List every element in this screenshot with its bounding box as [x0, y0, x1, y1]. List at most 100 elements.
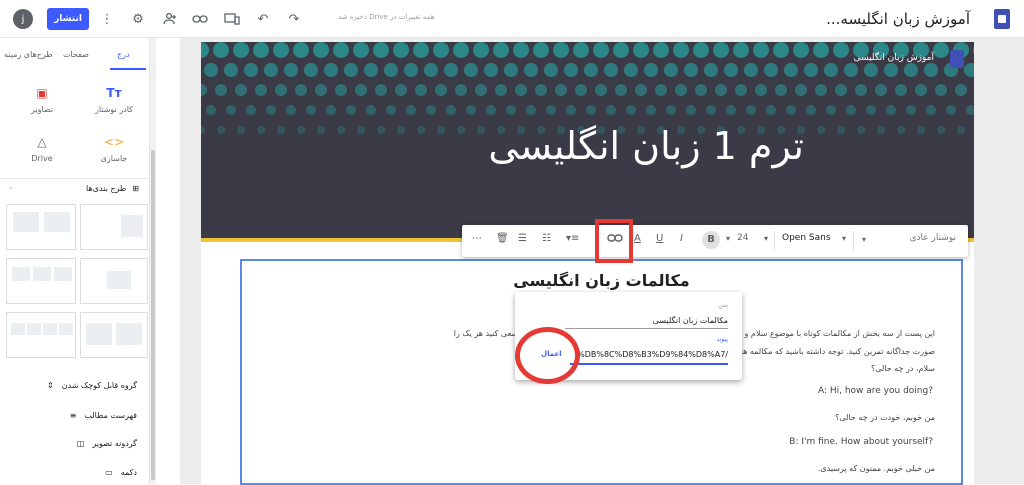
layout-option[interactable]: [6, 204, 76, 250]
layouts-header[interactable]: ⊞ طرح بندی‌ها: [86, 184, 139, 193]
dialog-line[interactable]: من خوبم، خودت در چه حالی؟: [835, 413, 935, 422]
header-dot: [964, 63, 974, 77]
text-box-label: کادر نوشتار: [95, 105, 133, 114]
device-preview-icon[interactable]: [222, 9, 242, 29]
publish-button[interactable]: انتشار: [47, 8, 89, 30]
header-dot: [886, 105, 896, 115]
header-dot: [386, 105, 396, 115]
font-dropdown-icon[interactable]: ▾: [842, 234, 846, 243]
layout-option[interactable]: [80, 204, 148, 250]
button-item[interactable]: دکمه ▭: [105, 468, 137, 477]
header-dot: [286, 105, 296, 115]
header-dot: [433, 42, 449, 58]
dialog-line[interactable]: B: I'm fine. How about yourself?: [789, 437, 933, 447]
header-dot: [564, 63, 578, 77]
paragraph[interactable]: سلام، در چه حالی؟: [871, 364, 935, 373]
header-dot: [855, 84, 867, 96]
header-dot: [846, 105, 856, 115]
link-icon[interactable]: [190, 9, 210, 29]
header-dot: [424, 63, 438, 77]
site-title[interactable]: آموزش زبان انگلیسه...: [826, 10, 970, 28]
image-icon: ▣: [36, 86, 48, 100]
numbered-list-icon[interactable]: ☰: [518, 233, 527, 244]
header-dot: [353, 42, 369, 58]
header-dot: [446, 105, 456, 115]
text-color-icon[interactable]: A: [634, 233, 641, 244]
header-dot: [206, 105, 216, 115]
more-vert-icon[interactable]: ⋮: [97, 9, 117, 29]
share-user-icon[interactable]: [160, 9, 180, 29]
bulleted-list-icon[interactable]: ☷: [542, 233, 551, 244]
redo-icon[interactable]: ↷: [284, 9, 304, 29]
site-name[interactable]: آموزش زبان انگلیسی: [854, 53, 934, 63]
content-heading[interactable]: مکالمات زبان انگلیسی: [242, 271, 961, 290]
align-dropdown[interactable]: ▾≡: [566, 233, 579, 244]
link-url-field[interactable]: %DB%8C%D8%B3%D9%84%D8%A7/: [577, 350, 728, 359]
layout-option[interactable]: [80, 312, 148, 358]
header-dot: [706, 105, 716, 115]
text-style[interactable]: نوشتار عادی: [909, 233, 956, 243]
header-dot: [526, 105, 536, 115]
font-size-decrease-icon[interactable]: ▾: [726, 234, 730, 243]
header-dot: [824, 63, 838, 77]
sidebar-scroll-thumb[interactable]: [151, 150, 155, 480]
header-dot: [333, 42, 349, 58]
insert-drive[interactable]: △ Drive: [12, 135, 72, 163]
italic-icon[interactable]: I: [680, 233, 683, 244]
text-field-underline: [565, 328, 728, 329]
avatar[interactable]: j: [13, 9, 33, 29]
header-dot: [406, 105, 416, 115]
style-dropdown-icon[interactable]: ▾: [862, 235, 866, 244]
header-dot: [355, 84, 367, 96]
layout-option[interactable]: [6, 312, 76, 358]
page-header[interactable]: آموزش زبان انگلیسی ترم 1 زبان انگلیسی: [201, 42, 974, 242]
insert-images[interactable]: ▣ تصاویر: [12, 86, 72, 114]
header-dot: [915, 84, 927, 96]
button-icon: ▭: [105, 468, 113, 477]
header-dot: [515, 84, 527, 96]
link-text-field[interactable]: مکالمات زبان انگلیسی: [653, 316, 728, 325]
more-options-icon[interactable]: ⋯: [472, 233, 482, 244]
header-dot: [875, 84, 887, 96]
bold-icon[interactable]: B: [702, 231, 720, 249]
insert-text-box[interactable]: Tт کادر نوشتار: [84, 86, 144, 114]
underline-icon[interactable]: U: [656, 233, 663, 244]
link-button-highlight: [595, 219, 633, 263]
header-dot: [373, 42, 389, 58]
header-dot: [684, 63, 698, 77]
dialog-line[interactable]: A: Hi, how are you doing?: [818, 386, 933, 396]
tab-themes[interactable]: طرح‌های زمینه: [4, 50, 53, 59]
dialog-line[interactable]: من خیلی خوبم. ممنون که پرسیدی.: [818, 464, 935, 473]
collapse-icon[interactable]: ⌃: [8, 186, 14, 194]
font-size[interactable]: 24: [737, 233, 748, 243]
undo-icon[interactable]: ↶: [253, 9, 273, 29]
header-dot: [201, 126, 205, 134]
insert-embed[interactable]: <> جاسازی: [84, 135, 144, 163]
header-dot: [244, 63, 258, 77]
collapsible-group-item[interactable]: گروه قابل کوچک شدن ⇕: [47, 381, 137, 390]
header-dot: [837, 126, 845, 134]
font-size-dropdown-icon[interactable]: ▾: [764, 234, 768, 243]
header-dot: [924, 63, 938, 77]
layout-option[interactable]: [80, 258, 148, 304]
header-dot: [784, 63, 798, 77]
header-dot: [733, 42, 749, 58]
header-dot: [357, 126, 365, 134]
font-family[interactable]: Open Sans: [782, 233, 831, 243]
header-dot: [464, 63, 478, 77]
header-dot: [695, 84, 707, 96]
header-dot: [201, 42, 209, 58]
header-dot: [204, 63, 218, 77]
tab-pages[interactable]: صفحات: [63, 50, 89, 59]
table-of-contents-item[interactable]: فهرست مطالب ≡: [70, 411, 137, 420]
apply-highlight-circle: [515, 327, 580, 384]
header-dot: [957, 126, 965, 134]
layout-option[interactable]: [6, 258, 76, 304]
hero-title[interactable]: ترم 1 زبان انگلیسی: [488, 124, 804, 168]
settings-icon[interactable]: ⚙: [128, 9, 148, 29]
header-dot: [426, 105, 436, 115]
image-carousel-item[interactable]: گردونه تصویر ◫: [77, 439, 137, 448]
delete-icon[interactable]: 🗑: [496, 233, 509, 244]
active-tab-indicator: [110, 68, 146, 70]
tab-insert[interactable]: درج: [117, 50, 130, 59]
